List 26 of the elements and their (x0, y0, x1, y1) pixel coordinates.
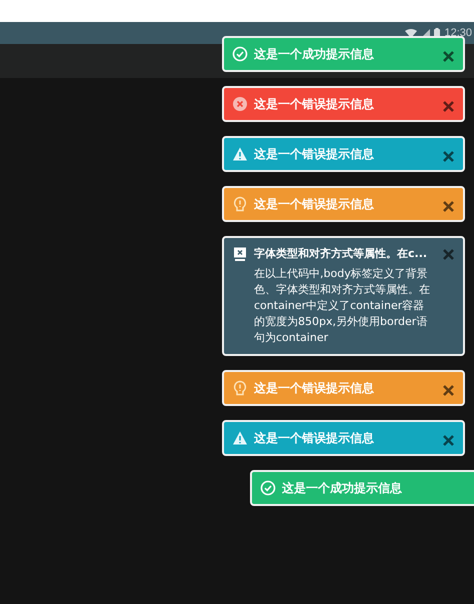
close-button[interactable] (441, 199, 455, 213)
warning-triangle-icon (232, 146, 248, 162)
check-circle-icon (232, 46, 248, 62)
toast-title: 这是一个成功提示信息 (254, 46, 375, 63)
close-button[interactable] (441, 49, 455, 63)
close-button[interactable] (441, 383, 455, 397)
toast-title: 这是一个错误提示信息 (254, 96, 375, 113)
toast-title: 这是一个错误提示信息 (254, 430, 375, 447)
clock-time: 12:30 (444, 27, 472, 39)
toast-title: 这是一个错误提示信息 (254, 196, 375, 213)
close-button[interactable] (441, 433, 455, 447)
close-button[interactable] (441, 99, 455, 113)
toast-title: 这是一个错误提示信息 (254, 146, 375, 163)
toast-message: 在以上代码中,body标签定义了背景色、字体类型和对齐方式等属性。在container中定义了container容器的宽度为850px,另外使用border语句为container (254, 266, 431, 346)
close-button[interactable] (441, 149, 455, 163)
toast-title: 这是一个成功提示信息 (282, 480, 403, 497)
check-circle-icon (260, 480, 276, 496)
wifi-icon (405, 28, 418, 38)
lightbulb-icon (232, 380, 248, 396)
lightbulb-icon (232, 196, 248, 212)
toast-title: 这是一个错误提示信息 (254, 380, 375, 397)
error-circle-icon (232, 96, 248, 112)
close-button[interactable] (441, 247, 455, 261)
warning-triangle-icon (232, 430, 248, 446)
monitor-icon (232, 246, 248, 262)
toast-title: 字体类型和对齐方式等属性。在c... (254, 246, 428, 262)
